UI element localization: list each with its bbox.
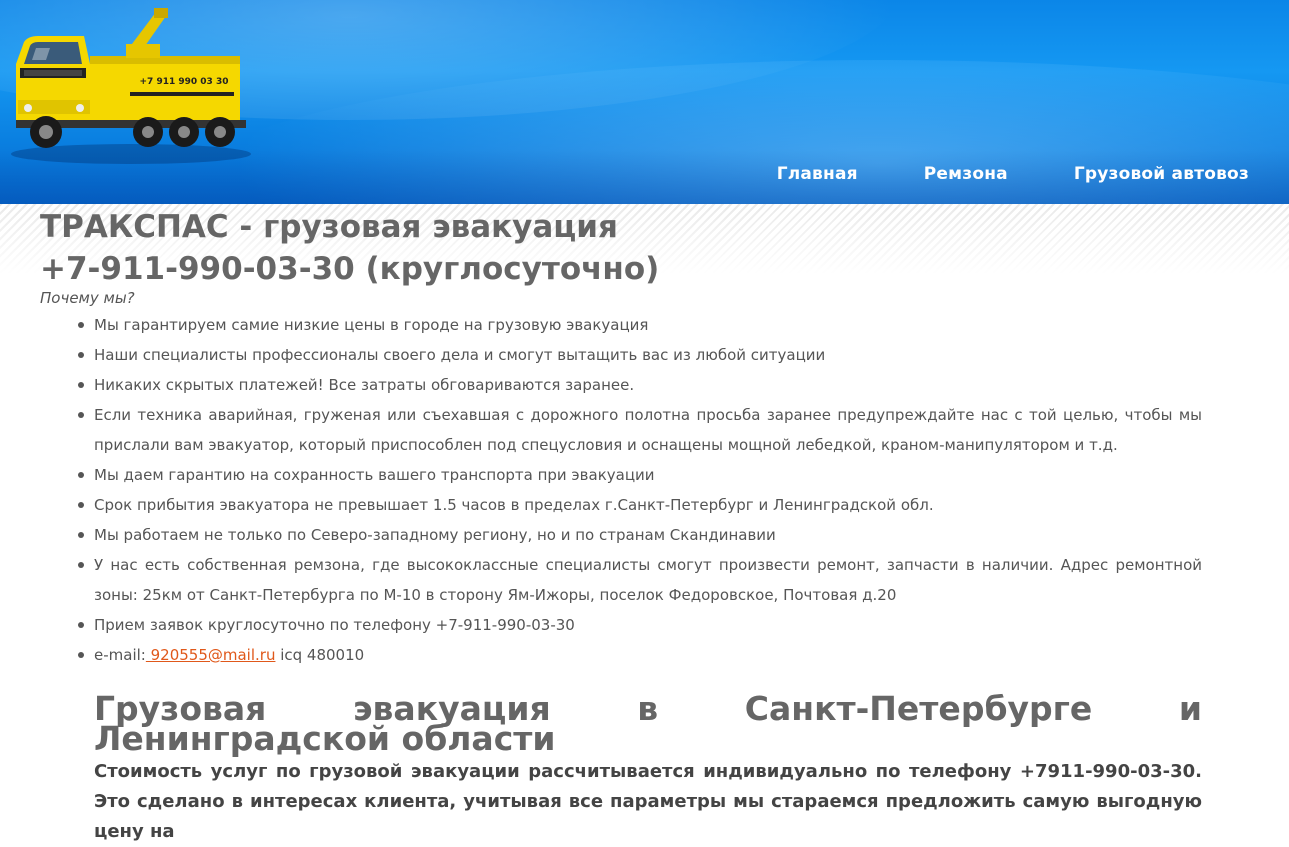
benefit-item: У нас есть собственная ремзона, где высо… xyxy=(78,550,1202,610)
section-heading: Грузовая эвакуация в Санкт-Петербурге и … xyxy=(94,689,1202,758)
main-nav: Главная Ремзона Грузовой автовоз xyxy=(777,158,1249,190)
benefit-item: Прием заявок круглосуточно по телефону +… xyxy=(78,610,1202,640)
email-label: e-mail: xyxy=(94,646,146,664)
why-us-label: Почему мы? xyxy=(40,289,135,307)
truck-phone-text: +7 911 990 03 30 xyxy=(140,77,229,87)
benefit-item: Мы гарантируем самие низкие цены в город… xyxy=(78,310,1202,340)
icq-text: icq 480010 xyxy=(275,646,365,664)
benefit-item: Наши специалисты профессионалы своего де… xyxy=(78,340,1202,370)
benefit-item: Никаких скрытых платежей! Все затраты об… xyxy=(78,370,1202,400)
site-header: +7 911 990 03 30 Главная Ремзона Грузово… xyxy=(0,0,1289,204)
benefit-item: Если техника аварийная, груженая или съе… xyxy=(78,400,1202,460)
benefit-item: Мы работаем не только по Северо-западном… xyxy=(78,520,1202,550)
page-title-phone: +7-911-990-03-30 (круглосуточно) xyxy=(40,251,660,287)
intro-paragraph: Стоимость услуг по грузовой эвакуации ра… xyxy=(94,761,1202,842)
benefit-item: Срок прибытия эвакуатора не превышает 1.… xyxy=(78,490,1202,520)
page-title: ТРАКСПАС - грузовая эвакуация +7-911-990… xyxy=(40,206,659,290)
nav-home-link[interactable]: Главная xyxy=(777,164,858,184)
nav-repair-zone-link[interactable]: Ремзона xyxy=(924,164,1008,184)
email-link[interactable]: 920555@mail.ru xyxy=(146,646,276,664)
nav-car-carrier-link[interactable]: Грузовой автовоз xyxy=(1074,164,1249,184)
benefits-list: Мы гарантируем самие низкие цены в город… xyxy=(78,310,1202,670)
benefit-item: Мы даем гарантию на сохранность вашего т… xyxy=(78,460,1202,490)
page-title-line1: ТРАКСПАС - грузовая эвакуация xyxy=(40,209,618,245)
contact-item: e-mail: 920555@mail.ru icq 480010 xyxy=(78,640,1202,670)
tow-truck-logo[interactable]: +7 911 990 03 30 xyxy=(6,4,256,164)
